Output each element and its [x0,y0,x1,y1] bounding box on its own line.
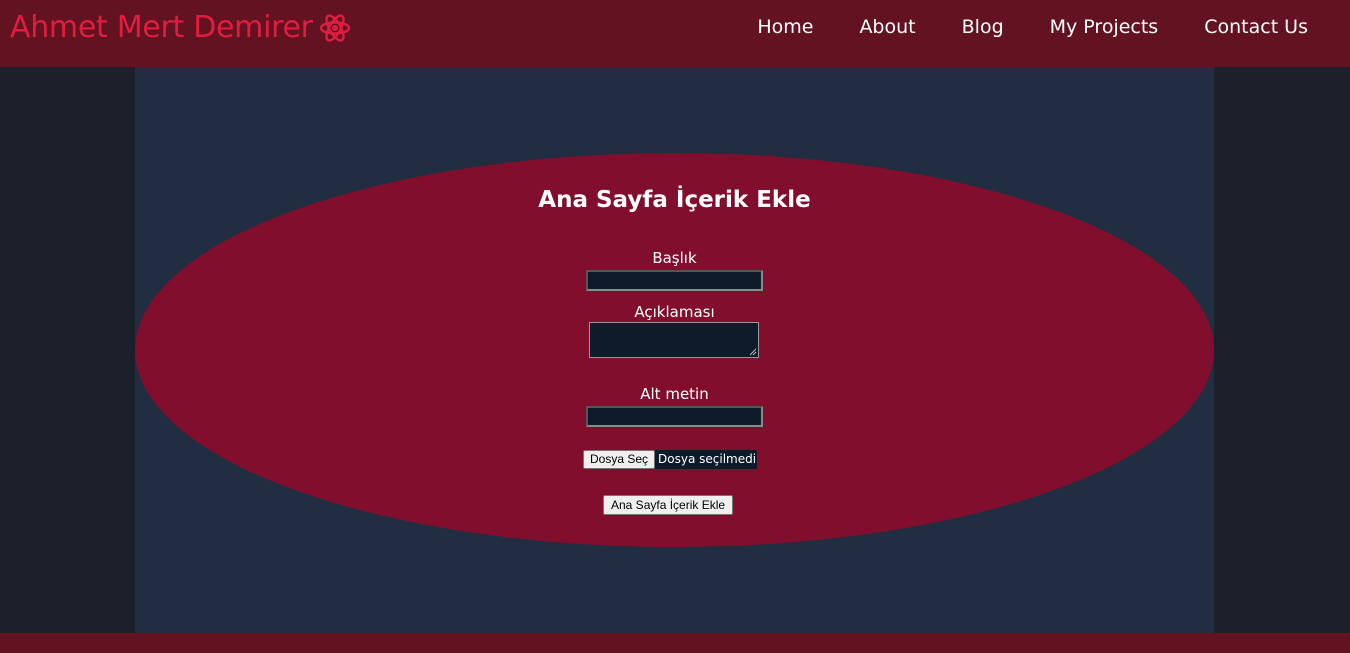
title-input[interactable] [586,270,763,291]
description-textarea[interactable] [589,322,759,358]
file-input[interactable]: Dosya Seç Dosya seçilmedi [583,450,758,469]
submit-button[interactable]: Ana Sayfa İçerik Ekle [603,495,734,515]
nav-my-projects-link[interactable]: My Projects [1050,16,1159,38]
nav-home-link[interactable]: Home [757,16,813,38]
footer-bar [0,633,1350,653]
title-label: Başlık [652,249,697,267]
choose-file-button[interactable]: Dosya Seç [583,450,656,469]
description-label: Açıklaması [634,303,715,321]
alt-text-label: Alt metin [640,385,709,403]
brand-name[interactable]: Ahmet Mert Demirer [10,10,313,45]
resize-handle-icon[interactable] [749,348,757,356]
top-navbar: Ahmet Mert Demirer Home About Blog My Pr… [0,0,1350,67]
brand-logo[interactable]: Ahmet Mert Demirer [10,10,351,45]
file-status-text: Dosya seçilmedi [655,450,758,469]
nav-blog-link[interactable]: Blog [962,16,1004,38]
content-panel: Ana Sayfa İçerik Ekle Başlık Açıklaması … [135,67,1214,633]
nav-contact-us-link[interactable]: Contact Us [1204,16,1308,38]
atom-icon [319,13,350,42]
nav-about-link[interactable]: About [859,16,915,38]
main-nav: Home About Blog My Projects Contact Us [711,16,1308,38]
form-title: Ana Sayfa İçerik Ekle [538,187,811,213]
alt-text-input[interactable] [586,406,763,427]
